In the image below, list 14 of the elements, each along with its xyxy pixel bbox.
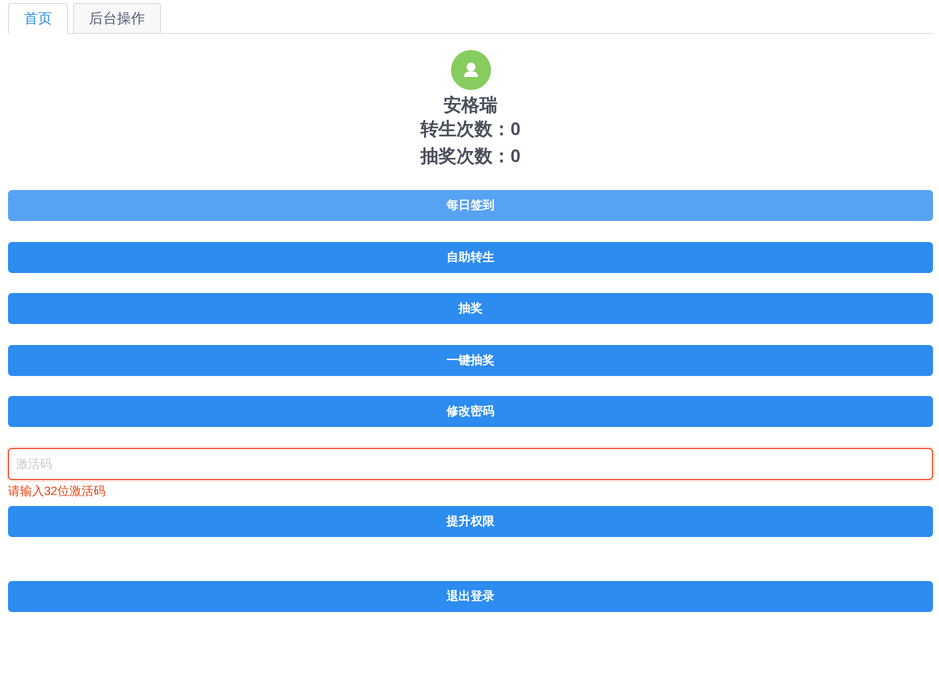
user-avatar-icon xyxy=(450,50,490,90)
tab[interactable]: 后台操作 xyxy=(73,3,161,34)
action-button[interactable]: 抽奖 xyxy=(8,293,933,324)
tab[interactable]: 首页 xyxy=(8,3,68,34)
logout-button[interactable]: 退出登录 xyxy=(8,580,933,612)
stat-text: 抽奖次数：0 xyxy=(420,145,520,168)
upgrade-button[interactable]: 提升权限 xyxy=(8,506,933,536)
action-button[interactable]: 自助转生 xyxy=(8,242,933,272)
user-name: 安格瑞 xyxy=(444,94,498,116)
activation-code-input[interactable]: 激活码 xyxy=(8,448,933,480)
error-message: 请输入32位激活码 xyxy=(8,484,106,498)
action-button[interactable]: 修改密码 xyxy=(8,396,933,427)
action-button[interactable]: 一键抽奖 xyxy=(8,344,933,376)
stat-text: 转生次数：0 xyxy=(420,118,520,141)
